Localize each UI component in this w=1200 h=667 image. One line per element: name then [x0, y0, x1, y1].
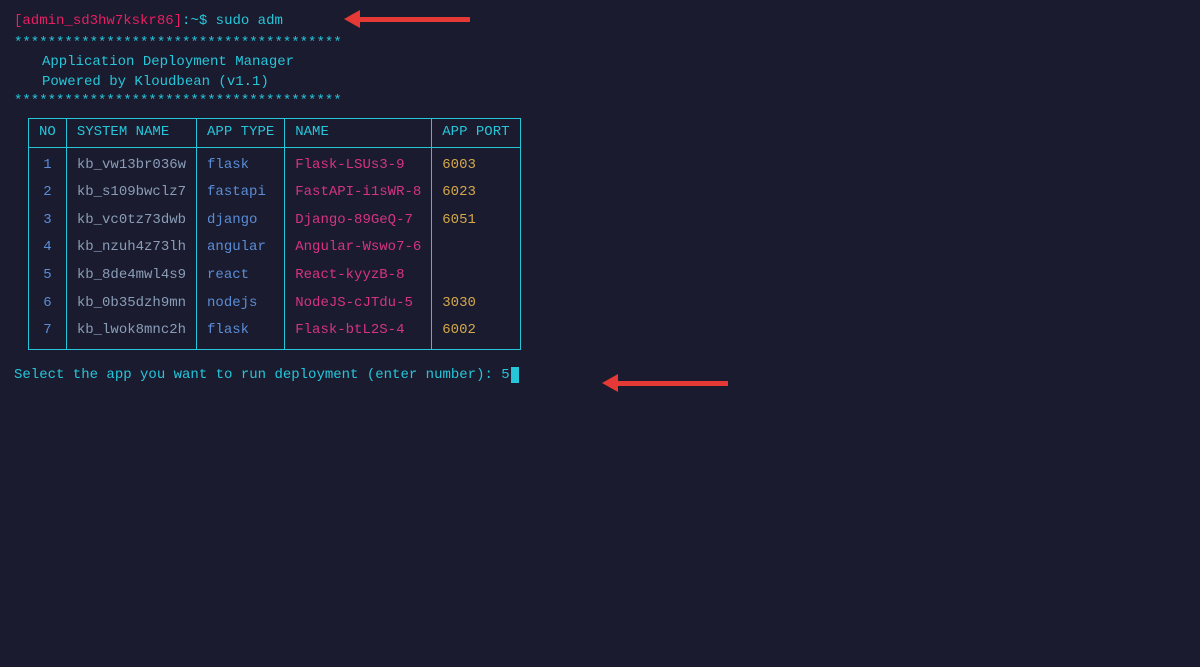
select-input-value[interactable]: 5: [501, 367, 509, 383]
annotation-arrow-command: [344, 10, 470, 28]
banner-title: Application Deployment Manager: [14, 53, 1186, 73]
cell-system: kb_nzuh4z73lh: [66, 234, 196, 262]
annotation-arrow-input: [602, 374, 728, 392]
th-no: NO: [29, 118, 67, 147]
cell-type: angular: [197, 234, 285, 262]
arrow-shaft: [360, 17, 470, 22]
table-row: 5kb_8de4mwl4s9reactReact-kyyzB-8: [29, 262, 521, 290]
app-table: NO SYSTEM NAME APP TYPE NAME APP PORT 1k…: [14, 118, 1186, 350]
cell-port: 6003: [432, 147, 520, 179]
th-type: APP TYPE: [197, 118, 285, 147]
cell-name: FastAPI-i1sWR-8: [285, 179, 432, 207]
th-port: APP PORT: [432, 118, 520, 147]
prompt-path: ~: [190, 13, 198, 29]
cell-type: fastapi: [197, 179, 285, 207]
cell-no: 6: [29, 290, 67, 318]
table-row: 6kb_0b35dzh9mnnodejsNodeJS-cJTdu-53030: [29, 290, 521, 318]
table-row: 4kb_nzuh4z73lhangularAngular-Wswo7-6: [29, 234, 521, 262]
cell-system: kb_8de4mwl4s9: [66, 262, 196, 290]
cell-type: flask: [197, 147, 285, 179]
cell-name: React-kyyzB-8: [285, 262, 432, 290]
cell-type: django: [197, 207, 285, 235]
arrow-head-icon: [602, 374, 618, 392]
cell-system: kb_s109bwclz7: [66, 179, 196, 207]
banner-stars-top: ***************************************: [14, 34, 1186, 54]
cell-no: 3: [29, 207, 67, 235]
cell-no: 1: [29, 147, 67, 179]
cell-port: 6002: [432, 317, 520, 349]
cell-no: 4: [29, 234, 67, 262]
cell-type: flask: [197, 317, 285, 349]
table-row: 2kb_s109bwclz7fastapiFastAPI-i1sWR-86023: [29, 179, 521, 207]
prompt-user: admin_sd3hw7kskr86: [22, 13, 173, 29]
select-prompt-text: Select the app you want to run deploymen…: [14, 367, 501, 383]
command-text[interactable]: sudo adm: [216, 13, 283, 29]
cell-name: Flask-LSUs3-9: [285, 147, 432, 179]
cell-port: [432, 262, 520, 290]
table-row: 3kb_vc0tz73dwbdjangoDjango-89GeQ-76051: [29, 207, 521, 235]
text-cursor: [511, 367, 519, 383]
cell-name: Django-89GeQ-7: [285, 207, 432, 235]
cell-name: Flask-btL2S-4: [285, 317, 432, 349]
cell-port: 6023: [432, 179, 520, 207]
cell-type: nodejs: [197, 290, 285, 318]
shell-prompt-line: [admin_sd3hw7kskr86]:~$ sudo adm: [14, 12, 1186, 32]
cell-port: 6051: [432, 207, 520, 235]
cell-system: kb_vw13br036w: [66, 147, 196, 179]
table-header-row: NO SYSTEM NAME APP TYPE NAME APP PORT: [29, 118, 521, 147]
cell-no: 5: [29, 262, 67, 290]
th-system: SYSTEM NAME: [66, 118, 196, 147]
cell-system: kb_0b35dzh9mn: [66, 290, 196, 318]
cell-no: 7: [29, 317, 67, 349]
prompt-close-bracket: ]: [174, 13, 182, 29]
cell-system: kb_vc0tz73dwb: [66, 207, 196, 235]
th-name: NAME: [285, 118, 432, 147]
cell-port: 3030: [432, 290, 520, 318]
table-row: 7kb_lwok8mnc2hflaskFlask-btL2S-46002: [29, 317, 521, 349]
cell-system: kb_lwok8mnc2h: [66, 317, 196, 349]
prompt-dollar: $: [199, 13, 207, 29]
cell-no: 2: [29, 179, 67, 207]
cell-type: react: [197, 262, 285, 290]
table-row: 1kb_vw13br036wflaskFlask-LSUs3-96003: [29, 147, 521, 179]
banner-subtitle: Powered by Kloudbean (v1.1): [14, 73, 1186, 93]
cell-name: Angular-Wswo7-6: [285, 234, 432, 262]
cell-port: [432, 234, 520, 262]
arrow-head-icon: [344, 10, 360, 28]
arrow-shaft: [618, 381, 728, 386]
banner-stars-bottom: ***************************************: [14, 92, 1186, 112]
cell-name: NodeJS-cJTdu-5: [285, 290, 432, 318]
select-prompt-line: Select the app you want to run deploymen…: [14, 366, 1186, 386]
